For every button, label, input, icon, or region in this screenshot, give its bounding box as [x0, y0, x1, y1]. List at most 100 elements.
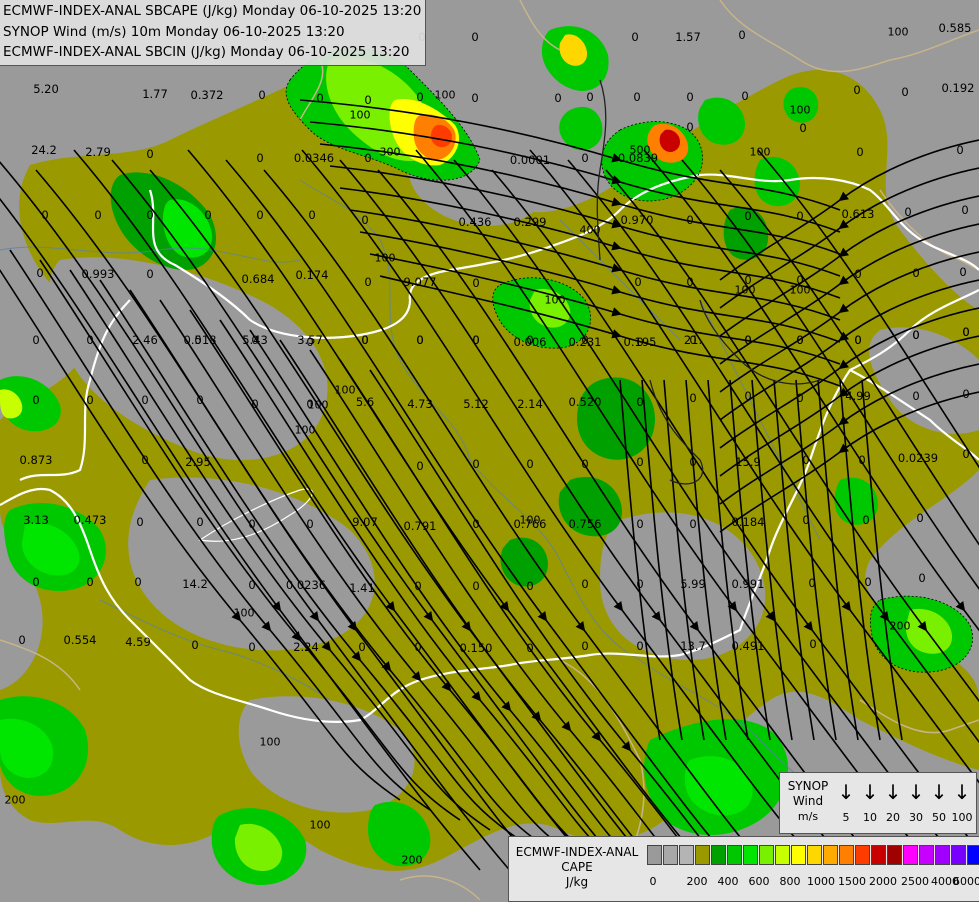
map-value-label: 0.613	[841, 207, 875, 221]
map-value-label: 0	[689, 455, 697, 469]
map-value-label: 0	[918, 571, 926, 585]
map-value-label: 4.73	[407, 397, 433, 411]
contour-label: 200	[889, 619, 911, 633]
map-value-label: 0	[689, 517, 697, 531]
cape-swatch-7	[759, 845, 774, 865]
map-value-label: 0	[856, 145, 864, 159]
map-value-label: 0	[796, 209, 804, 223]
cape-tick-label: 1000	[807, 875, 835, 888]
map-value-label: 0	[194, 333, 202, 347]
synop-speed-value: 30	[909, 811, 923, 824]
map-value-label: 1.57	[675, 30, 701, 44]
map-value-label: 0	[689, 391, 697, 405]
map-value-label: 1.77	[142, 87, 168, 101]
contour-label: 100	[789, 103, 811, 117]
map-value-label: 0	[636, 395, 644, 409]
map-value-label: 0	[308, 208, 316, 222]
cape-tick-label: 200	[686, 875, 708, 888]
map-value-label: 0.0001	[509, 153, 551, 167]
title-line-wind: SYNOP Wind (m/s) 10m Monday 06-10-2025 1…	[3, 23, 345, 40]
cape-tick-label: 2000	[869, 875, 897, 888]
synop-speed-5: ↓ 5	[834, 781, 858, 824]
map-value-label: 0	[361, 213, 369, 227]
map-value-label: 0.993	[81, 267, 115, 281]
contour-label: 100	[294, 423, 316, 437]
map-value-label: 0	[962, 325, 970, 339]
map-value-label: 0	[796, 391, 804, 405]
weather-map[interactable]: 0 0 1.57 0 0.585 0 0 0 0 0 0 5.20 1.77 0.372 0 0 0 0 0 0 0 0 0…	[0, 0, 979, 900]
map-value-label: 0	[686, 213, 694, 227]
synop-speed-10: ↓ 10	[858, 781, 882, 824]
map-value-label: 0	[633, 90, 641, 104]
cape-swatch-3	[695, 845, 710, 865]
map-value-label: 0	[471, 30, 479, 44]
map-value-label: 0	[853, 83, 861, 97]
cape-swatch-15	[887, 845, 902, 865]
map-value-label: 4.99	[845, 389, 871, 403]
map-value-label: 3.13	[23, 513, 49, 527]
map-value-label: 21.	[683, 333, 703, 347]
contour-label: 400	[579, 223, 601, 237]
map-value-label: 0	[744, 333, 752, 347]
map-value-label: 0.436	[458, 215, 492, 229]
map-value-label: 0	[196, 393, 204, 407]
map-value-label: 0	[912, 266, 920, 280]
map-value-label: 0	[146, 267, 154, 281]
synop-speed-100: ↓ 100	[950, 781, 974, 824]
map-value-label: 0.0346	[293, 151, 335, 165]
cape-swatch-17	[919, 845, 934, 865]
cape-tick-label: 600	[748, 875, 770, 888]
cape-swatch-9	[791, 845, 806, 865]
map-value-label: 0.554	[63, 633, 97, 647]
map-value-label: 2.46	[132, 333, 158, 347]
synop-speed-value: 20	[886, 811, 900, 824]
map-value-label: 0	[364, 93, 372, 107]
map-value-label: 0.195	[623, 335, 657, 349]
map-value-label: 0	[141, 393, 149, 407]
synop-legend-title: SYNOP Wind m/s	[782, 779, 834, 824]
contour-label: 100	[374, 251, 396, 265]
map-value-label: 0	[526, 457, 534, 471]
cape-swatch-13	[855, 845, 870, 865]
map-value-label: 0.150	[459, 641, 493, 655]
map-value-label: 0	[32, 333, 40, 347]
synop-speed-20: ↓ 20	[881, 781, 905, 824]
map-value-label: 0	[472, 276, 480, 290]
cape-swatch-10	[807, 845, 822, 865]
map-value-label: 0	[472, 579, 480, 593]
map-value-label: 0	[636, 639, 644, 653]
contour-label: 100	[309, 818, 331, 832]
map-value-label: 5.20	[33, 82, 59, 96]
map-value-label: 0	[686, 275, 694, 289]
contour-label: 200	[4, 793, 26, 807]
contour-label: 100	[434, 88, 456, 102]
synop-legend-title-line2: Wind	[792, 794, 824, 808]
cape-swatch-19	[951, 845, 966, 865]
wind-arrow-icon: ↓	[953, 780, 971, 804]
map-value-label: 0	[191, 638, 199, 652]
map-value-label: 0	[962, 387, 970, 401]
map-value-label: 0	[146, 147, 154, 161]
synop-speed-50: ↓ 50	[927, 781, 951, 824]
map-value-label: 0	[901, 85, 909, 99]
map-value-label: 0	[686, 120, 694, 134]
map-value-label: 0.0236	[285, 578, 327, 592]
map-value-label: 0	[36, 266, 44, 280]
cape-swatch-12	[839, 845, 854, 865]
map-value-label: 0	[306, 335, 314, 349]
map-value-label: 0.970	[620, 213, 654, 227]
map-value-label: 5.99	[680, 577, 706, 591]
cape-tick-label: 1500	[838, 875, 866, 888]
map-value-label: 0	[808, 576, 816, 590]
map-value-label: 0	[526, 333, 534, 347]
cape-legend-ticks: 0 200 400 600 800 1000 1500 2000 2500 4000 6000	[647, 875, 979, 891]
map-value-label: 0.991	[731, 577, 765, 591]
map-value-label: 0	[251, 333, 259, 347]
contour-label: 300	[379, 145, 401, 159]
contour-label: 100	[887, 25, 909, 39]
map-value-label: 0	[41, 208, 49, 222]
map-value-label: 0	[959, 265, 967, 279]
map-value-label: 0	[686, 90, 694, 104]
synop-speed-value: 50	[932, 811, 946, 824]
map-value-label: 0.0239	[897, 451, 939, 465]
